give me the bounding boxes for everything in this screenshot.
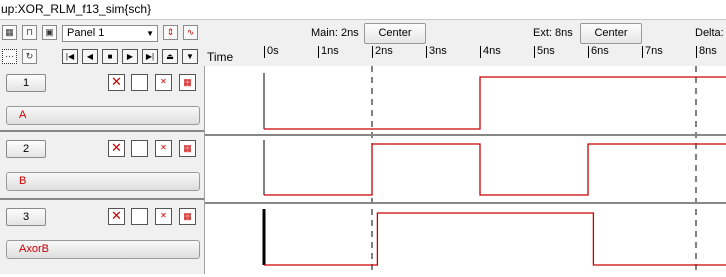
ruler-tick: 6ns [588,46,609,58]
signal-number-button[interactable]: 2 [6,140,46,158]
step-back-icon[interactable]: ◀ [82,49,98,64]
ruler-tick: 2ns [372,46,393,58]
ruler-tick: 8ns [696,46,717,58]
delete-icon[interactable]: ✕ [108,140,125,157]
pulse-icon[interactable]: ⊓ [22,25,37,40]
grid-icon[interactable]: ▦ [179,208,196,225]
ruler-tick: 1ns [318,46,339,58]
ext-center-button[interactable]: Center [580,23,642,44]
panel-select[interactable]: Panel 1 ▼ [62,25,158,42]
dropdown-icon[interactable]: ▼ [182,49,198,64]
ruler-tick: 5ns [534,46,555,58]
go-last-icon[interactable]: ▶| [142,49,158,64]
waveform-canvas [262,66,726,274]
signal-row: 3 ✕ ✕ ▦ AxorB [0,204,204,274]
main-time-label: Main: 2ns [311,27,359,39]
main-center-button[interactable]: Center [364,23,426,44]
ruler-tick: 7ns [642,46,663,58]
ruler-tick: 0s [264,46,279,58]
ext-time-label: Ext: 8ns [533,27,573,39]
minimize-icon[interactable] [131,74,148,91]
row-divider [205,134,726,136]
signal-name-button[interactable]: A [6,106,200,125]
minimize-icon[interactable] [131,140,148,157]
refresh-icon[interactable]: ↻ [22,49,37,64]
stop-icon[interactable]: ■ [102,49,118,64]
minimize-icon[interactable] [131,208,148,225]
window-title: up:XOR_RLM_f13_sim{sch} [1,2,152,16]
delete-icon[interactable]: ✕ [108,74,125,91]
window-title-bar: up:XOR_RLM_f13_sim{sch} [0,0,726,20]
lock-icon[interactable]: ▣ [42,25,57,40]
row-divider [205,202,726,204]
grid-icon[interactable]: ▦ [179,74,196,91]
signal-row: 1 ✕ ✕ ▦ A [0,66,204,132]
select-icon[interactable]: ⋯ [2,49,17,64]
signal-wave-icon[interactable]: ∿ [183,25,198,40]
step-forward-icon[interactable]: ▶ [122,49,138,64]
waveform-a [264,76,726,130]
delta-label: Delta: [695,27,724,39]
signal-list-pane: 1 ✕ ✕ ▦ A 2 ✕ ✕ ▦ B 3 ✕ ✕ ▦ AxorB [0,66,205,274]
time-ruler: 0s 1ns 2ns 3ns 4ns 5ns 6ns 7ns 8ns [262,46,726,66]
signal-name-button[interactable]: B [6,172,200,191]
panel-select-value: Panel 1 [67,27,105,39]
signal-number-button[interactable]: 3 [6,208,46,226]
time-column-label: Time [207,50,234,64]
ruler-tick: 3ns [426,46,447,58]
signal-number-button[interactable]: 1 [6,74,46,92]
waveform-axorb [264,212,726,266]
hide-wave-icon[interactable]: ✕ [155,140,172,157]
signal-name-button[interactable]: AxorB [6,240,200,259]
hide-wave-icon[interactable]: ✕ [155,208,172,225]
chevron-down-icon: ▼ [146,29,154,38]
zoom-signal-icon[interactable]: ⇕ [163,25,178,40]
waveform-area[interactable] [205,66,726,274]
delete-icon[interactable]: ✕ [108,208,125,225]
waveform-b [264,143,726,196]
go-first-icon[interactable]: |◀ [62,49,78,64]
signal-row: 2 ✕ ✕ ▦ B [0,134,204,200]
grid-icon[interactable]: ▦ [179,140,196,157]
eject-icon[interactable]: ⏏ [162,49,178,64]
hide-wave-icon[interactable]: ✕ [155,74,172,91]
ruler-tick: 4ns [480,46,501,58]
wave-view-icon[interactable]: ▦ [2,25,17,40]
